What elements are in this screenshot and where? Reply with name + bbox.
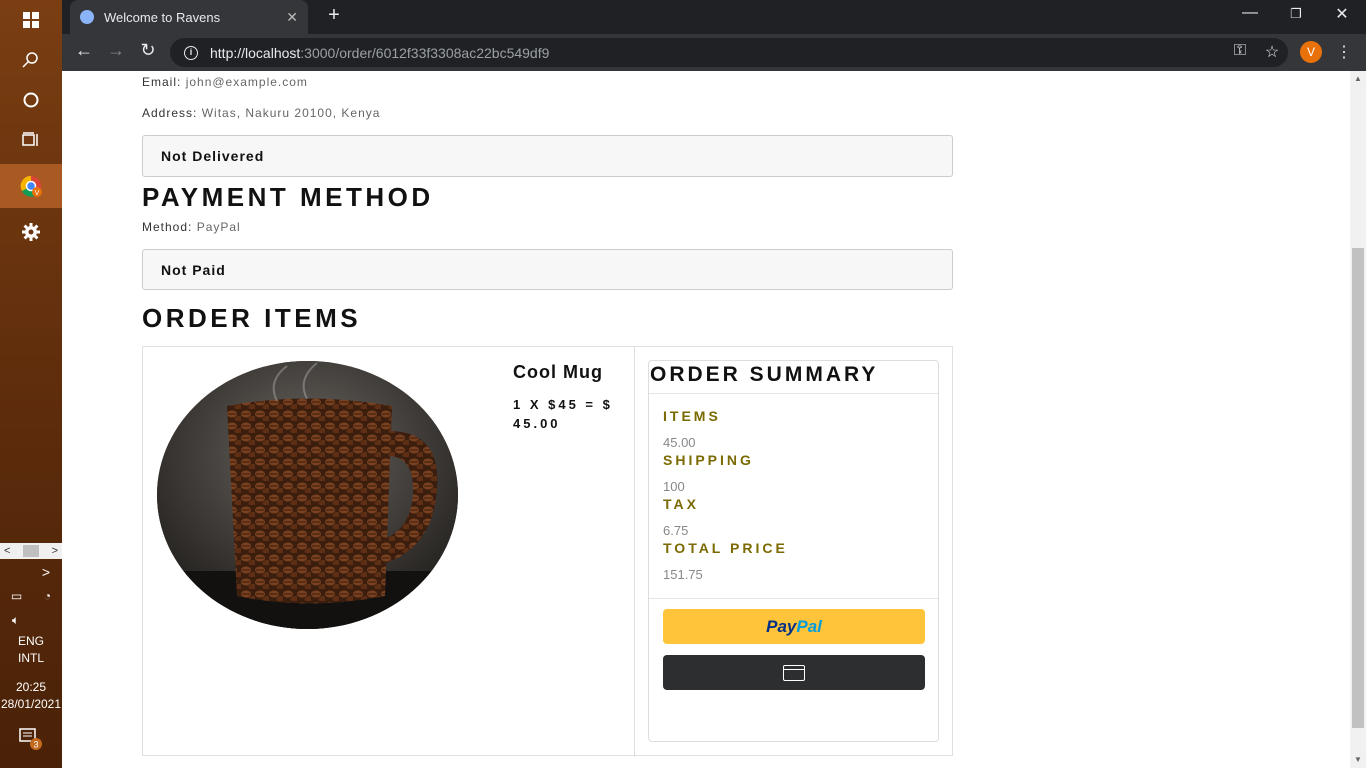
order-items-heading: ORDER ITEMS <box>142 303 362 333</box>
profile-avatar[interactable]: V <box>1300 41 1322 63</box>
method-value: PayPal <box>196 220 241 234</box>
paypal-logo-pay: Pay <box>766 616 797 636</box>
back-icon[interactable]: ← <box>72 40 96 61</box>
page-scrollbar[interactable]: ▲ ▼ <box>1350 71 1366 768</box>
method-label: Method: <box>142 220 197 234</box>
email-label: Email: <box>142 75 186 89</box>
scroll-up-icon[interactable]: ▲ <box>1350 71 1366 87</box>
items-label: ITEMS <box>663 408 721 424</box>
site-info-icon[interactable]: i <box>184 45 198 60</box>
windows-start-icon[interactable] <box>0 0 62 40</box>
credit-card-icon <box>783 664 805 681</box>
show-hidden-icons-chevron-icon[interactable]: > <box>0 562 62 582</box>
tab-title: Welcome to Ravens <box>104 9 221 25</box>
shipping-label: SHIPPING <box>663 452 754 468</box>
email-link[interactable]: john@example.com <box>186 75 308 89</box>
browser-tab[interactable]: Welcome to Ravens ✕ <box>70 0 308 34</box>
payment-status-alert: Not Paid <box>142 249 953 290</box>
scroll-left-icon[interactable]: < <box>4 545 10 557</box>
url-host: http://localhost <box>210 44 301 61</box>
notification-count: 3 <box>33 740 38 750</box>
action-center-icon[interactable]: 3 <box>0 724 62 754</box>
input-layout[interactable]: INTL <box>0 650 62 666</box>
payment-method-row: Method: PayPal <box>142 220 241 234</box>
order-items-card: Cool Mug 1 X $45 = $ 45.00 ORDER SUMMARY… <box>142 346 953 757</box>
order-summary-heading: ORDER SUMMARY <box>649 361 938 394</box>
scroll-down-icon[interactable]: ▼ <box>1350 752 1366 768</box>
items-value: 45.00 <box>663 435 696 450</box>
address-value: Witas, Nakuru 20100, Kenya <box>201 106 381 120</box>
wifi-icon[interactable]: ◔ <box>44 589 51 603</box>
browser-tab-strip: Welcome to Ravens ✕ + — ❐ ✕ <box>62 0 1366 34</box>
column-divider <box>634 347 635 757</box>
total-price-value: 151.75 <box>663 567 703 582</box>
forward-icon[interactable]: → <box>104 40 128 61</box>
windows-taskbar: V < > > ▭ ◔ 🔈︎ ENG INTL 20:25 28/01/2021… <box>0 0 62 768</box>
key-icon[interactable]: ⚿ <box>1229 42 1251 60</box>
chrome-taskbar-icon[interactable]: V <box>0 164 62 208</box>
scroll-right-icon[interactable]: > <box>52 545 58 557</box>
menu-kebab-icon[interactable]: ⋮ <box>1333 42 1355 62</box>
bookmark-star-icon[interactable]: ☆ <box>1261 42 1283 62</box>
paypal-logo-pal: Pal <box>796 616 822 636</box>
payment-method-heading: PAYMENT METHOD <box>142 182 434 212</box>
scroll-thumb[interactable] <box>23 545 39 557</box>
debit-credit-card-button[interactable] <box>663 655 925 690</box>
restore-icon[interactable]: ❐ <box>1273 6 1319 22</box>
clock-time[interactable]: 20:25 <box>0 679 62 695</box>
taskbar-scrollbar[interactable]: < > <box>0 543 62 559</box>
cortana-icon[interactable] <box>0 80 62 120</box>
summary-divider <box>649 598 938 599</box>
close-window-icon[interactable]: ✕ <box>1319 4 1365 24</box>
tax-label: TAX <box>663 496 699 512</box>
page-scroll-thumb[interactable] <box>1352 248 1364 728</box>
product-image[interactable] <box>157 361 458 629</box>
total-price-label: TOTAL PRICE <box>663 540 788 556</box>
clock-date[interactable]: 28/01/2021 <box>0 696 62 712</box>
battery-icon[interactable]: ▭ <box>11 589 22 603</box>
product-name-link[interactable]: Cool Mug <box>513 362 603 383</box>
minimize-icon[interactable]: — <box>1227 4 1273 22</box>
url-path: :3000/order/6012f33f3308ac22bc549df9 <box>300 44 550 61</box>
address-label: Address: <box>142 106 202 120</box>
browser-toolbar: ← → ↻ i http://localhost:3000/order/6012… <box>62 34 1366 71</box>
order-summary-card: ORDER SUMMARY ITEMS 45.00 SHIPPING 100 T… <box>648 360 939 742</box>
shipping-address-row: Address: Witas, Nakuru 20100, Kenya <box>142 106 380 120</box>
reload-icon[interactable]: ↻ <box>136 40 160 61</box>
delivery-status-alert: Not Delivered <box>142 135 953 177</box>
task-view-icon[interactable] <box>0 120 62 160</box>
shipping-value: 100 <box>663 479 685 494</box>
input-language[interactable]: ENG <box>0 633 62 649</box>
search-icon[interactable] <box>0 40 62 80</box>
volume-icon[interactable]: 🔈︎ <box>0 610 62 630</box>
shipping-email-row: Email: john@example.com <box>142 75 308 89</box>
product-qty-price: 1 X $45 = $ 45.00 <box>513 397 613 431</box>
tab-close-icon[interactable]: ✕ <box>286 9 298 26</box>
tax-value: 6.75 <box>663 523 689 538</box>
new-tab-icon[interactable]: + <box>322 4 346 27</box>
svg-text:V: V <box>35 190 40 197</box>
tab-favicon-icon <box>80 10 94 24</box>
page-content: Email: john@example.com Address: Witas, … <box>62 71 1350 768</box>
settings-gear-icon[interactable] <box>0 212 62 252</box>
paypal-button[interactable]: Pay Pal <box>663 609 925 644</box>
address-bar[interactable]: i http://localhost:3000/order/6012f33f33… <box>170 38 1288 67</box>
